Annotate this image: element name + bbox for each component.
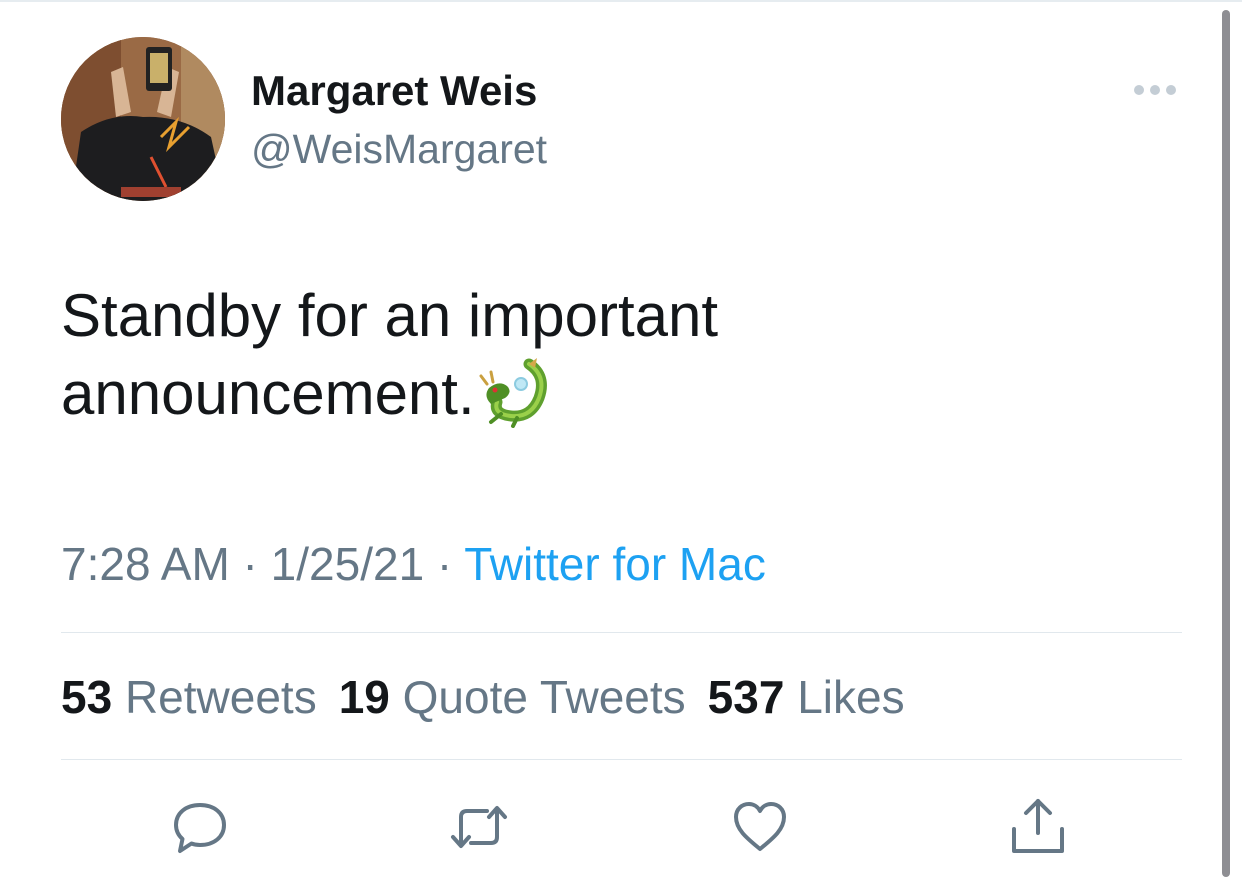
tweet-text-line-2-text: announcement.: [61, 360, 475, 427]
tweet-date[interactable]: 1/25/21: [271, 538, 424, 590]
meta-separator: ·: [424, 538, 465, 590]
scrollbar[interactable]: [1222, 10, 1230, 877]
reply-icon: [174, 803, 226, 853]
quote-tweets-label: Quote Tweets: [402, 671, 686, 723]
retweets-count: 53: [61, 671, 113, 723]
reply-button[interactable]: [168, 795, 232, 859]
more-icon: [1134, 85, 1176, 95]
likes-stat[interactable]: 537 Likes: [708, 670, 905, 724]
like-button[interactable]: [728, 795, 792, 859]
retweets-stat[interactable]: 53 Retweets: [61, 670, 317, 724]
tweet-source-link[interactable]: Twitter for Mac: [464, 538, 766, 590]
more-options-button[interactable]: [1130, 78, 1180, 102]
user-handle[interactable]: @WeisMargaret: [251, 124, 547, 174]
retweet-icon: [451, 806, 507, 848]
retweets-label: Retweets: [124, 671, 317, 723]
tweet-text-line-1: Standby for an important: [61, 282, 719, 349]
retweet-button[interactable]: [447, 795, 511, 859]
tweet-text: Standby for an important announcement.: [61, 277, 961, 432]
like-icon: [734, 802, 786, 851]
tweet-meta: 7:28 AM · 1/25/21 · Twitter for Mac: [61, 538, 766, 590]
quote-tweets-stat[interactable]: 19 Quote Tweets: [339, 670, 686, 724]
likes-count: 537: [707, 671, 785, 723]
share-icon: [1012, 799, 1064, 853]
avatar-image: [61, 37, 225, 201]
tweet-text-line-2: announcement.: [61, 354, 961, 432]
top-border: [0, 0, 1242, 2]
display-name[interactable]: Margaret Weis: [251, 66, 537, 116]
meta-separator: ·: [229, 538, 271, 590]
divider: [61, 759, 1182, 760]
likes-label: Likes: [797, 671, 905, 723]
dragon-emoji-icon: [477, 354, 551, 428]
tweet-time[interactable]: 7:28 AM: [61, 538, 230, 590]
divider: [61, 632, 1182, 633]
share-button[interactable]: [1006, 795, 1070, 859]
tweet-stats: 53 Retweets 19 Quote Tweets 537 Likes: [61, 670, 927, 724]
quote-tweets-count: 19: [338, 671, 390, 723]
avatar[interactable]: [61, 37, 225, 201]
